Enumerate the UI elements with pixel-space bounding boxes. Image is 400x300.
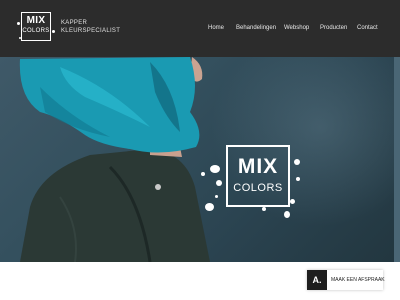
logo-splatter (52, 30, 55, 33)
hero-model-illustration (19, 57, 210, 262)
logo-line-2: COLORS (22, 28, 50, 34)
paint-splatter (262, 207, 266, 211)
nav-contact[interactable]: Contact (357, 25, 378, 32)
nav-behandelingen[interactable]: Behandelingen (236, 25, 276, 32)
paint-splatter (205, 203, 214, 211)
logo-line-1: MIX (26, 15, 46, 26)
cta-label: MAAK EEN AFSPRAAK (331, 277, 385, 283)
logo-splatter (19, 37, 21, 39)
paint-splatter (296, 177, 300, 181)
nav-webshop[interactable]: Webshop (284, 25, 309, 32)
nav-home[interactable]: Home (208, 25, 224, 32)
paint-splatter (294, 159, 300, 165)
tagline-line-2: KLEURSPECIALIST (61, 28, 121, 34)
paint-splatter (284, 211, 290, 218)
model-jacket (20, 149, 210, 262)
paint-splatter (215, 195, 218, 198)
paint-splatter (201, 172, 205, 176)
hero-logo-line-2: COLORS (233, 182, 283, 194)
paint-splatter (290, 199, 295, 204)
nav-producten[interactable]: Producten (320, 25, 347, 32)
tagline-line-1: KAPPER (61, 20, 88, 26)
paint-splatter (210, 165, 220, 173)
paint-splatter (216, 180, 222, 186)
book-appointment-button[interactable]: A. MAAK EEN AFSPRAAK (307, 270, 385, 290)
hero-banner (0, 57, 400, 262)
site-header: MIX COLORS KAPPER KLEURSPECIALIST Home B… (0, 0, 400, 57)
cta-badge: A. (307, 270, 327, 290)
logo-splatter (17, 22, 20, 25)
hero-logo-line-1: MIX (237, 155, 279, 178)
jacket-button (155, 184, 161, 190)
site-logo[interactable]: MIX COLORS (21, 12, 51, 41)
hero-logo: MIX COLORS (226, 145, 290, 207)
